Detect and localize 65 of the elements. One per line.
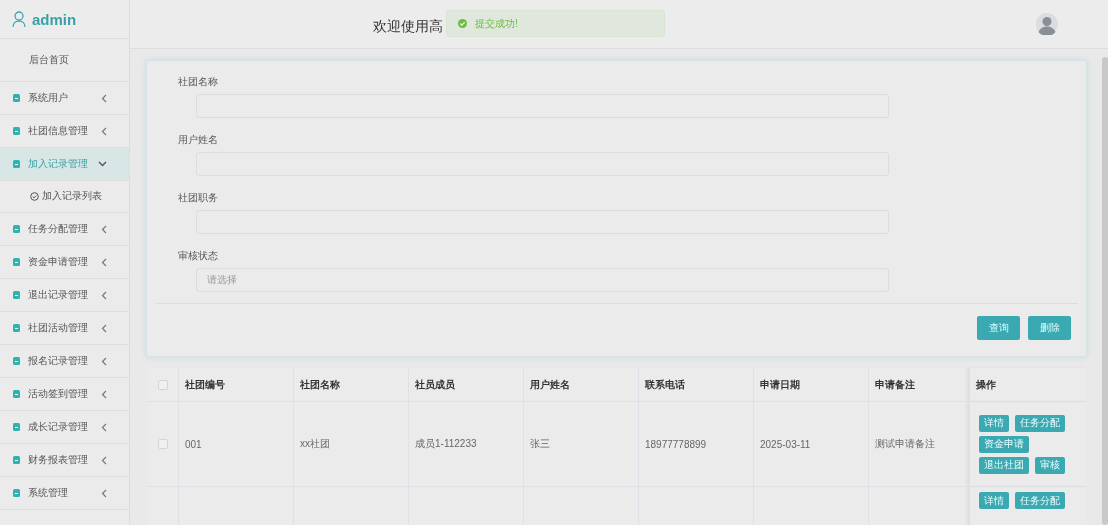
column-header: 操作 [969, 368, 1086, 401]
document-icon [13, 127, 20, 135]
chevron-left-icon [101, 126, 107, 136]
field-label: 用户姓名 [178, 133, 219, 147]
chevron-left-icon [101, 224, 107, 234]
column-header: 用户姓名 [523, 368, 638, 401]
success-icon [458, 19, 467, 28]
column-header: 申请备注 [868, 368, 969, 401]
checkbox[interactable] [157, 379, 168, 390]
column-header: 联系电话 [638, 368, 753, 401]
document-icon [13, 94, 20, 102]
column-header: 社团名称 [293, 368, 408, 401]
table-cell: 18977778899 [638, 402, 753, 486]
document-icon [13, 291, 20, 299]
document-icon [13, 489, 20, 497]
chevron-left-icon [101, 93, 107, 103]
column-header: 社员成员 [408, 368, 523, 401]
menu-item[interactable]: 财务报表管理 [0, 444, 129, 477]
column-header: 社团编号 [178, 368, 293, 401]
document-icon [13, 324, 20, 332]
menu-item[interactable]: 系统用户 [0, 82, 129, 115]
user-icon [12, 10, 26, 28]
table-cell: 001 [178, 402, 293, 486]
table-cell: 2025-03-11 [753, 402, 868, 486]
document-icon [13, 258, 20, 266]
menu-item[interactable]: 成长记录管理 [0, 411, 129, 444]
avatar-icon [1036, 13, 1058, 35]
menu-item[interactable]: 资金申请管理 [0, 246, 129, 279]
menu-item[interactable]: 退出记录管理 [0, 279, 129, 312]
document-icon [13, 160, 20, 168]
document-icon [13, 225, 20, 233]
menu-item[interactable]: 报名记录管理 [0, 345, 129, 378]
checkbox[interactable] [157, 439, 168, 449]
chevron-left-icon [101, 488, 107, 498]
menu-item[interactable]: 活动签到管理 [0, 378, 129, 411]
table-cell: 测试申请备注 [868, 402, 969, 486]
document-icon [13, 357, 20, 365]
check-circle-icon [30, 192, 39, 201]
chevron-left-icon [101, 323, 107, 333]
menu-item[interactable]: 系统管理 [0, 477, 129, 510]
scrollbar[interactable] [1102, 57, 1108, 525]
menu-item[interactable]: 后台首页 [0, 39, 129, 82]
chevron-left-icon [101, 422, 107, 432]
username: admin [32, 10, 77, 28]
column-header: 申请日期 [753, 368, 868, 401]
menu-item[interactable]: 社团活动管理 [0, 312, 129, 345]
document-icon [13, 390, 20, 398]
table-cell: 张三 [523, 402, 638, 486]
submenu-item[interactable]: 加入记录列表 [0, 181, 129, 213]
table-cell: xx社团 [293, 402, 408, 486]
chevron-left-icon [101, 290, 107, 300]
chevron-left-icon [101, 455, 107, 465]
table-cell: 成员1-112233 [408, 402, 523, 486]
chevron-left-icon [101, 257, 107, 267]
chevron-left-icon [101, 389, 107, 399]
field-label: 社团名称 [178, 75, 219, 89]
chevron-down-icon [98, 161, 107, 167]
field-label: 社团职务 [178, 191, 219, 205]
menu-item[interactable]: 任务分配管理 [0, 213, 129, 246]
toast-message: 提交成功! [475, 16, 518, 31]
page-title: 欢迎使用高 [373, 18, 443, 36]
field-label: 审核状态 [178, 249, 219, 263]
chevron-left-icon [101, 356, 107, 366]
document-icon [13, 456, 20, 464]
document-icon [13, 423, 20, 431]
